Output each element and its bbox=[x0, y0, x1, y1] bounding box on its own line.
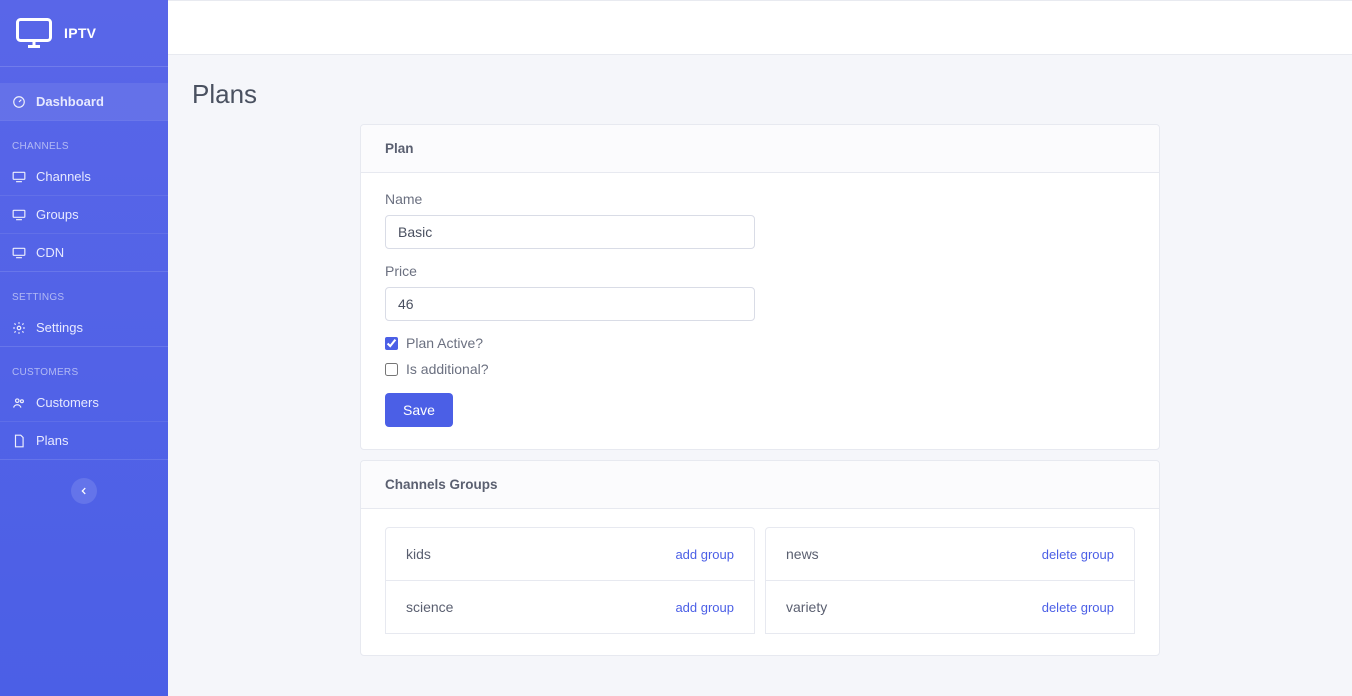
name-label: Name bbox=[385, 191, 755, 207]
price-input[interactable] bbox=[385, 287, 755, 321]
sidebar-brand: IPTV bbox=[0, 0, 168, 67]
page-title: Plans bbox=[192, 79, 1328, 110]
price-label: Price bbox=[385, 263, 755, 279]
delete-group-link[interactable]: delete group bbox=[1042, 547, 1114, 562]
sidebar-item-label: Groups bbox=[36, 207, 79, 222]
add-group-link[interactable]: add group bbox=[675, 547, 734, 562]
monitor-icon bbox=[12, 170, 26, 184]
is-additional-row[interactable]: Is additional? bbox=[385, 361, 1135, 377]
group-name: science bbox=[406, 599, 453, 615]
sidebar-item-groups[interactable]: Groups bbox=[0, 196, 168, 234]
save-button[interactable]: Save bbox=[385, 393, 453, 427]
file-icon bbox=[12, 434, 26, 448]
chevron-left-icon bbox=[79, 486, 89, 496]
sidebar-heading-settings: SETTINGS bbox=[0, 282, 168, 309]
group-row-kids: kids add group bbox=[385, 527, 755, 581]
is-additional-label: Is additional? bbox=[406, 361, 489, 377]
channels-groups-header: Channels Groups bbox=[361, 461, 1159, 509]
channels-groups-card: Channels Groups kids add group news dele… bbox=[360, 460, 1160, 656]
sidebar-item-label: Settings bbox=[36, 320, 83, 335]
sidebar-item-customers[interactable]: Customers bbox=[0, 384, 168, 422]
tv-icon bbox=[16, 18, 52, 48]
sidebar-collapse-button[interactable] bbox=[71, 478, 97, 504]
topbar bbox=[168, 0, 1352, 55]
sidebar-item-label: CDN bbox=[36, 245, 64, 260]
sidebar: IPTV Dashboard CHANNELS Channels Groups bbox=[0, 0, 168, 696]
monitor-icon bbox=[12, 246, 26, 260]
sidebar-heading-customers: CUSTOMERS bbox=[0, 357, 168, 384]
main: Plans Plan Name Price Plan Active? bbox=[168, 0, 1352, 696]
add-group-link[interactable]: add group bbox=[675, 600, 734, 615]
gear-icon bbox=[12, 321, 26, 335]
name-input[interactable] bbox=[385, 215, 755, 249]
sidebar-item-label: Customers bbox=[36, 395, 99, 410]
plan-active-checkbox[interactable] bbox=[385, 337, 398, 350]
plan-card: Plan Name Price Plan Active? bbox=[360, 124, 1160, 450]
users-icon bbox=[12, 396, 26, 410]
group-row-science: science add group bbox=[385, 580, 755, 634]
dashboard-icon bbox=[12, 95, 26, 109]
sidebar-item-label: Channels bbox=[36, 169, 91, 184]
monitor-icon bbox=[12, 208, 26, 222]
sidebar-item-cdn[interactable]: CDN bbox=[0, 234, 168, 271]
sidebar-item-settings[interactable]: Settings bbox=[0, 309, 168, 346]
sidebar-item-label: Dashboard bbox=[36, 94, 104, 109]
plan-active-row[interactable]: Plan Active? bbox=[385, 335, 1135, 351]
group-name: kids bbox=[406, 546, 431, 562]
group-name: news bbox=[786, 546, 819, 562]
group-row-variety: variety delete group bbox=[765, 580, 1135, 634]
sidebar-item-dashboard[interactable]: Dashboard bbox=[0, 83, 168, 120]
content: Plans Plan Name Price Plan Active? bbox=[168, 55, 1352, 696]
plan-card-header: Plan bbox=[361, 125, 1159, 173]
sidebar-item-channels[interactable]: Channels bbox=[0, 158, 168, 196]
brand-text: IPTV bbox=[64, 25, 96, 41]
plan-active-label: Plan Active? bbox=[406, 335, 483, 351]
group-row-news: news delete group bbox=[765, 527, 1135, 581]
group-name: variety bbox=[786, 599, 827, 615]
is-additional-checkbox[interactable] bbox=[385, 363, 398, 376]
sidebar-item-label: Plans bbox=[36, 433, 69, 448]
sidebar-nav: Dashboard CHANNELS Channels Groups CDN S… bbox=[0, 67, 168, 504]
sidebar-heading-channels: CHANNELS bbox=[0, 131, 168, 158]
delete-group-link[interactable]: delete group bbox=[1042, 600, 1114, 615]
sidebar-item-plans[interactable]: Plans bbox=[0, 422, 168, 459]
